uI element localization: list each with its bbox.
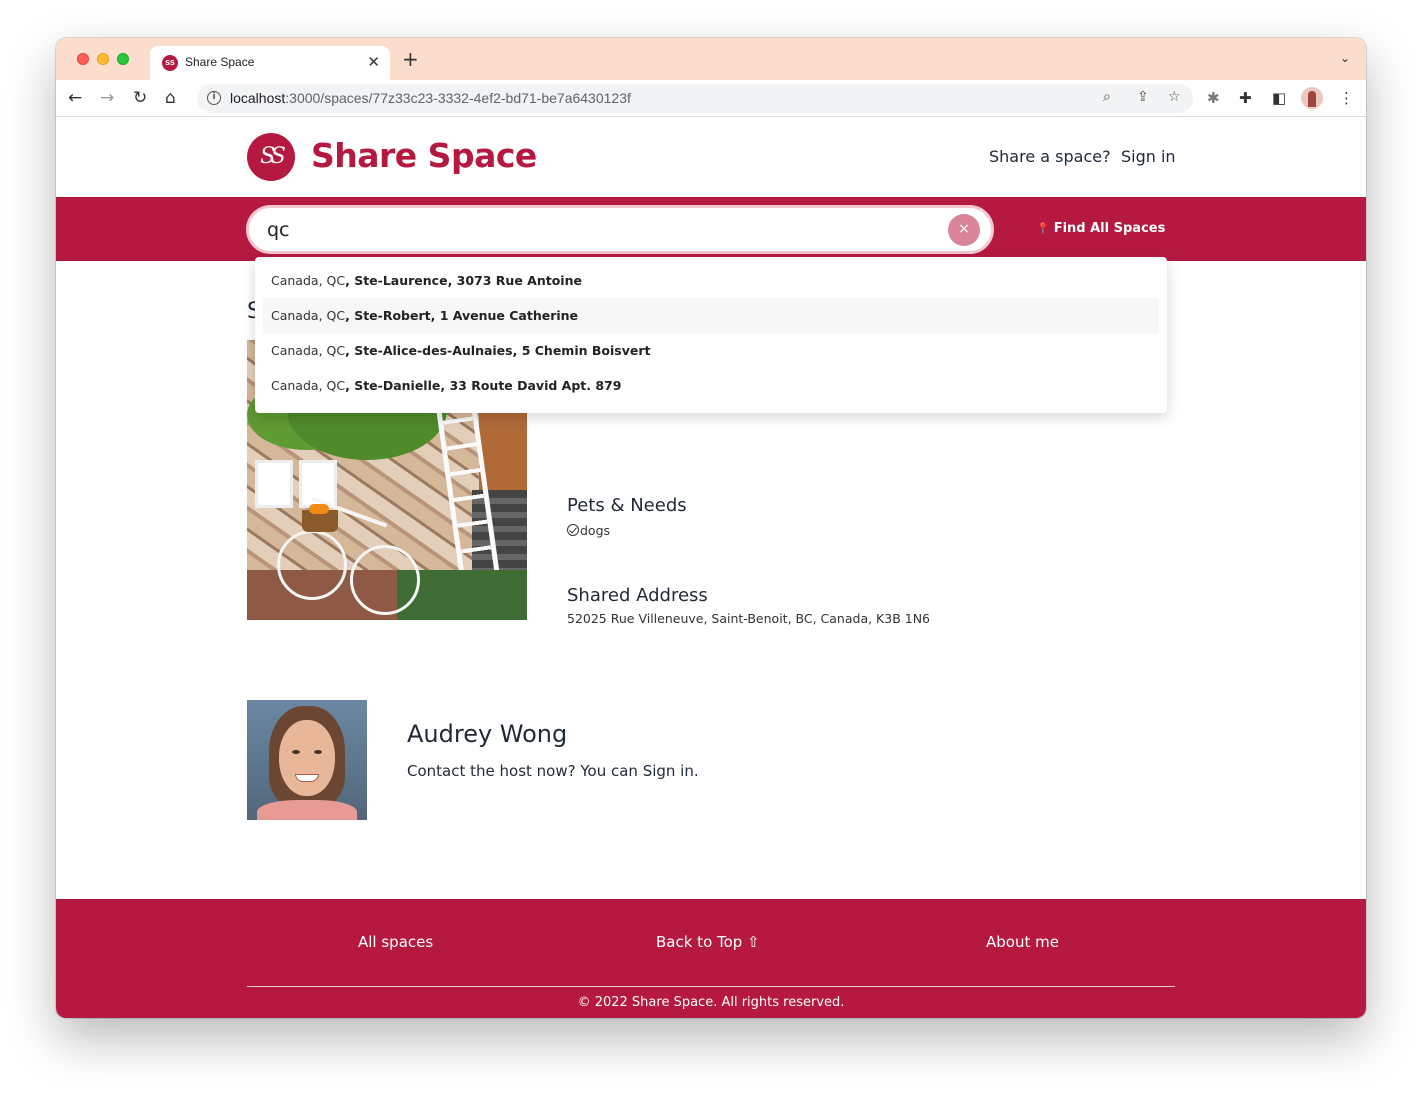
url-path: :3000/spaces/77z33c23-3332-4ef2-bd71-be7… <box>285 90 631 106</box>
search-input[interactable] <box>267 217 927 243</box>
pets-heading: Pets & Needs <box>567 495 687 516</box>
forward-icon[interactable]: → <box>100 88 114 108</box>
suggestion-match: , Ste-Laurence, 3073 Rue Antoine <box>345 273 582 288</box>
new-tab-icon[interactable]: + <box>402 49 419 69</box>
suggestion-match: , Ste-Alice-des-Aulnaies, 5 Chemin Boisv… <box>345 343 651 358</box>
bug-extension-icon[interactable]: ✱ <box>1207 88 1220 108</box>
host-name: Audrey Wong <box>407 720 568 748</box>
tab-close-icon[interactable]: ✕ <box>367 53 380 71</box>
suggestion-item[interactable]: Canada, QC, Ste-Danielle, 33 Route David… <box>263 368 1159 403</box>
suggestion-item[interactable]: Canada, QC, Ste-Alice-des-Aulnaies, 5 Ch… <box>263 333 1159 368</box>
address-value: 52025 Rue Villeneuve, Saint-Benoit, BC, … <box>567 611 931 626</box>
suggestion-item[interactable]: Canada, QC, Ste-Laurence, 3073 Rue Antoi… <box>263 263 1159 298</box>
suggestion-prefix: Canada, QC <box>271 273 346 288</box>
browser-toolbar: ← → ↻ ⌂ i localhost:3000/spaces/77z33c23… <box>56 80 1366 117</box>
sign-in-link[interactable]: Sign in <box>1121 147 1176 166</box>
minimize-window-button[interactable] <box>97 53 109 65</box>
host-sign-in-link[interactable]: Sign in <box>643 762 694 780</box>
host-contact-text: Contact the host now? You can Sign in. <box>407 762 699 780</box>
search-field[interactable]: × <box>246 205 994 254</box>
address-heading: Shared Address <box>567 585 708 606</box>
maximize-window-button[interactable] <box>117 53 129 65</box>
map-pin-icon: 📍 <box>1036 222 1050 235</box>
browser-tab[interactable]: SS Share Space ✕ <box>150 46 390 80</box>
suggestion-item[interactable]: Canada, QC, Ste-Robert, 1 Avenue Catheri… <box>263 298 1159 333</box>
profile-avatar[interactable] <box>1301 87 1323 109</box>
site-header: SS Share Space Share a space? Sign in <box>56 117 1366 197</box>
share-space-link[interactable]: Share a space? <box>989 147 1111 166</box>
side-panel-icon[interactable]: ◧ <box>1272 88 1286 108</box>
home-icon[interactable]: ⌂ <box>165 88 176 108</box>
share-icon[interactable]: ⇪ <box>1137 89 1149 105</box>
info-icon[interactable]: i <box>207 91 221 105</box>
pets-value: dogs <box>567 523 610 538</box>
logo-text[interactable]: Share Space <box>311 136 537 175</box>
footer-all-spaces-link[interactable]: All spaces <box>358 933 433 951</box>
logo-icon[interactable]: SS <box>247 133 295 181</box>
address-bar[interactable]: i localhost:3000/spaces/77z33c23-3332-4e… <box>197 84 1193 113</box>
puzzle-extension-icon[interactable]: ✚ <box>1239 88 1252 108</box>
close-window-button[interactable] <box>77 53 89 65</box>
footer-back-to-top-link[interactable]: Back to Top ⇧ <box>656 933 760 951</box>
reload-icon[interactable]: ↻ <box>133 88 147 108</box>
tab-search-chevron-icon[interactable]: ⌄ <box>1340 51 1350 65</box>
suggestion-prefix: Canada, QC <box>271 343 346 358</box>
star-icon[interactable]: ☆ <box>1168 89 1181 105</box>
browser-window: SS Share Space ✕ + ⌄ ← → ↻ ⌂ i localhost… <box>56 38 1366 1018</box>
tab-title: Share Space <box>185 55 255 69</box>
check-circle-icon <box>567 524 579 536</box>
url-text: localhost:3000/spaces/77z33c23-3332-4ef2… <box>230 90 631 106</box>
contact-prefix: Contact the host now? You can <box>407 762 643 780</box>
suggestion-match: , Ste-Robert, 1 Avenue Catherine <box>345 308 579 323</box>
footer-about-me-link[interactable]: About me <box>986 933 1059 951</box>
favicon-icon: SS <box>162 55 178 71</box>
find-all-spaces-button[interactable]: 📍 Find All Spaces <box>1036 221 1165 236</box>
page-content: SS Share Space Share a space? Sign in × … <box>56 117 1366 1018</box>
back-icon[interactable]: ← <box>68 88 82 108</box>
suggestion-prefix: Canada, QC <box>271 378 346 393</box>
pets-value-text: dogs <box>580 523 611 538</box>
contact-suffix: . <box>693 762 699 780</box>
url-host: localhost <box>230 90 286 106</box>
tab-strip: SS Share Space ✕ + ⌄ <box>56 38 1366 80</box>
find-all-label: Find All Spaces <box>1053 221 1166 236</box>
search-suggestions-dropdown: Canada, QC, Ste-Laurence, 3073 Rue Antoi… <box>255 257 1167 413</box>
site-footer: All spaces Back to Top ⇧ About me © 2022… <box>56 899 1366 1018</box>
copyright-text: © 2022 Share Space. All rights reserved. <box>577 995 845 1010</box>
clear-search-button[interactable]: × <box>948 214 980 246</box>
footer-divider <box>247 986 1175 987</box>
more-menu-icon[interactable]: ⋮ <box>1339 88 1354 108</box>
suggestion-prefix: Canada, QC <box>271 308 346 323</box>
zoom-icon[interactable]: ⌕ <box>1103 89 1111 105</box>
suggestion-match: , Ste-Danielle, 33 Route David Apt. 879 <box>345 378 622 393</box>
host-avatar <box>247 700 367 820</box>
search-bar: × 📍Find All Spaces <box>56 197 1366 261</box>
